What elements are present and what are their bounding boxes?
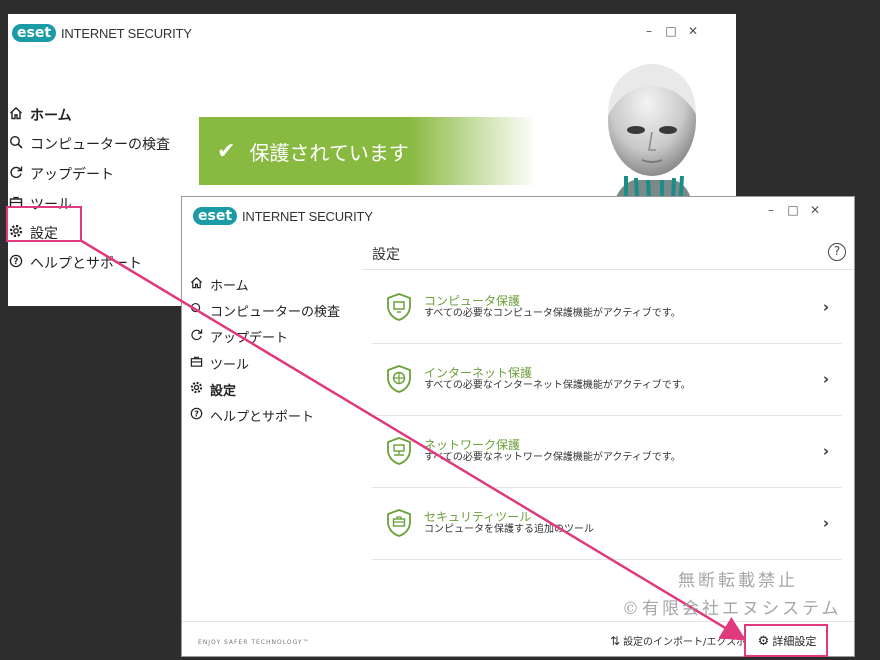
maximize-button[interactable]: □ — [660, 24, 682, 38]
card-internet-protection[interactable]: インターネット保護 すべての必要なインターネット保護機能がアクティブです。 › — [372, 343, 842, 415]
sidebar-item-tools[interactable]: ツール — [188, 350, 340, 376]
search-icon — [188, 302, 204, 319]
sidebar-item-label: ホーム — [210, 278, 249, 294]
divider — [362, 269, 854, 270]
close-button[interactable]: ✕ — [682, 24, 704, 38]
sidebar-item-scan[interactable]: コンピューターの検査 — [8, 130, 170, 160]
maximize-button[interactable]: □ — [782, 203, 804, 217]
import-export-button[interactable]: ⇅ 設定のインポート/エクスポート — [610, 633, 766, 649]
card-description: コンピュータを保護する追加のツール — [424, 524, 594, 535]
toolbox-icon — [188, 355, 204, 372]
refresh-icon — [188, 328, 204, 345]
card-network-protection[interactable]: ネットワーク保護 すべての必要なネットワーク保護機能がアクティブです。 › — [372, 415, 842, 487]
minimize-button[interactable]: – — [638, 24, 660, 38]
svg-text:?: ? — [194, 410, 199, 419]
card-computer-protection[interactable]: コンピュータ保護 すべての必要なコンピュータ保護機能がアクティブです。 › — [372, 271, 842, 343]
protection-status-banner: ✔ 保護されています — [199, 117, 537, 185]
card-security-tools[interactable]: セキュリティツール コンピュータを保護する追加のツール › — [372, 487, 842, 559]
card-description: すべての必要なネットワーク保護機能がアクティブです。 — [424, 452, 681, 463]
home-icon — [188, 276, 204, 293]
watermark-line1: 無断転載禁止 — [678, 571, 798, 591]
tagline: ENJOY SAFER TECHNOLOGY™ — [198, 639, 310, 646]
card-title: インターネット保護 — [424, 366, 533, 380]
window-controls: – □ ✕ — [638, 24, 704, 38]
sidebar-nav: ホーム コンピューターの検査 アップデート ツール 設定 ? ヘルプとサポート — [8, 100, 170, 278]
sidebar-item-label: アップデート — [30, 166, 114, 183]
network-shield-icon — [387, 437, 411, 465]
sidebar-item-home[interactable]: ホーム — [8, 100, 170, 130]
page-title: 設定 — [372, 247, 400, 263]
search-icon — [8, 135, 24, 153]
sidebar-item-label: コンピューターの検査 — [30, 137, 170, 154]
protection-status-text: 保護されています — [249, 140, 409, 165]
svg-text:?: ? — [14, 257, 19, 267]
sidebar-item-settings[interactable]: 設定 — [188, 376, 340, 402]
minimize-button[interactable]: – — [760, 203, 782, 217]
card-title: セキュリティツール — [424, 510, 532, 524]
footer-divider — [182, 621, 854, 622]
sidebar-item-label: アップデート — [210, 331, 289, 347]
import-export-icon: ⇅ — [610, 633, 621, 648]
toolbox-shield-icon — [387, 509, 411, 537]
card-title: コンピュータ保護 — [424, 294, 521, 308]
help-icon[interactable]: ? — [828, 243, 846, 261]
eset-logo: eset INTERNET SECURITY — [193, 207, 373, 225]
chevron-right-icon: › — [822, 514, 830, 532]
chevron-right-icon: › — [822, 298, 830, 316]
card-description: すべての必要なインターネット保護機能がアクティブです。 — [424, 380, 691, 391]
logo-text: INTERNET SECURITY — [61, 25, 192, 41]
sidebar-item-label: ホーム — [30, 107, 72, 124]
logo-badge: eset — [12, 24, 57, 42]
window-controls: – □ ✕ — [760, 203, 826, 217]
sidebar-item-help[interactable]: ? ヘルプとサポート — [188, 402, 340, 428]
monitor-shield-icon — [387, 293, 411, 321]
logo-text: INTERNET SECURITY — [242, 208, 373, 224]
checkmark-icon: ✔ — [217, 138, 236, 164]
divider — [372, 559, 842, 560]
globe-shield-icon — [387, 365, 411, 393]
sidebar-item-update[interactable]: アップデート — [8, 159, 170, 189]
card-title: ネットワーク保護 — [424, 438, 521, 452]
highlight-box-advanced-setup — [744, 624, 828, 657]
watermark-line2: ©有限会社エヌシステム — [622, 599, 842, 619]
sidebar-item-label: ツール — [210, 357, 250, 373]
sidebar-item-scan[interactable]: コンピューターの検査 — [188, 297, 340, 323]
sidebar-item-update[interactable]: アップデート — [188, 324, 340, 350]
home-icon — [8, 106, 24, 124]
close-button[interactable]: ✕ — [804, 203, 826, 217]
card-description: すべての必要なコンピュータ保護機能がアクティブです。 — [424, 308, 681, 319]
chevron-right-icon: › — [822, 370, 830, 388]
sidebar-item-label: ヘルプとサポート — [210, 410, 315, 426]
gear-icon — [188, 381, 204, 398]
logo-badge: eset — [193, 207, 238, 225]
sidebar-item-help[interactable]: ? ヘルプとサポート — [8, 248, 170, 278]
help-circle-icon: ? — [188, 407, 204, 424]
refresh-icon — [8, 165, 24, 183]
highlight-box-settings — [6, 206, 82, 242]
sidebar-item-label: コンピューターの検査 — [210, 304, 341, 320]
help-circle-icon: ? — [8, 254, 24, 272]
sidebar-item-home[interactable]: ホーム — [188, 271, 340, 297]
sidebar-item-label: 設定 — [210, 383, 237, 399]
chevron-right-icon: › — [822, 442, 830, 460]
sidebar-nav: ホーム コンピューターの検査 アップデート ツール 設定 ? ヘルプとサポート — [188, 271, 340, 429]
sidebar-item-label: ヘルプとサポート — [30, 255, 142, 272]
eset-logo: eset INTERNET SECURITY — [12, 24, 192, 42]
